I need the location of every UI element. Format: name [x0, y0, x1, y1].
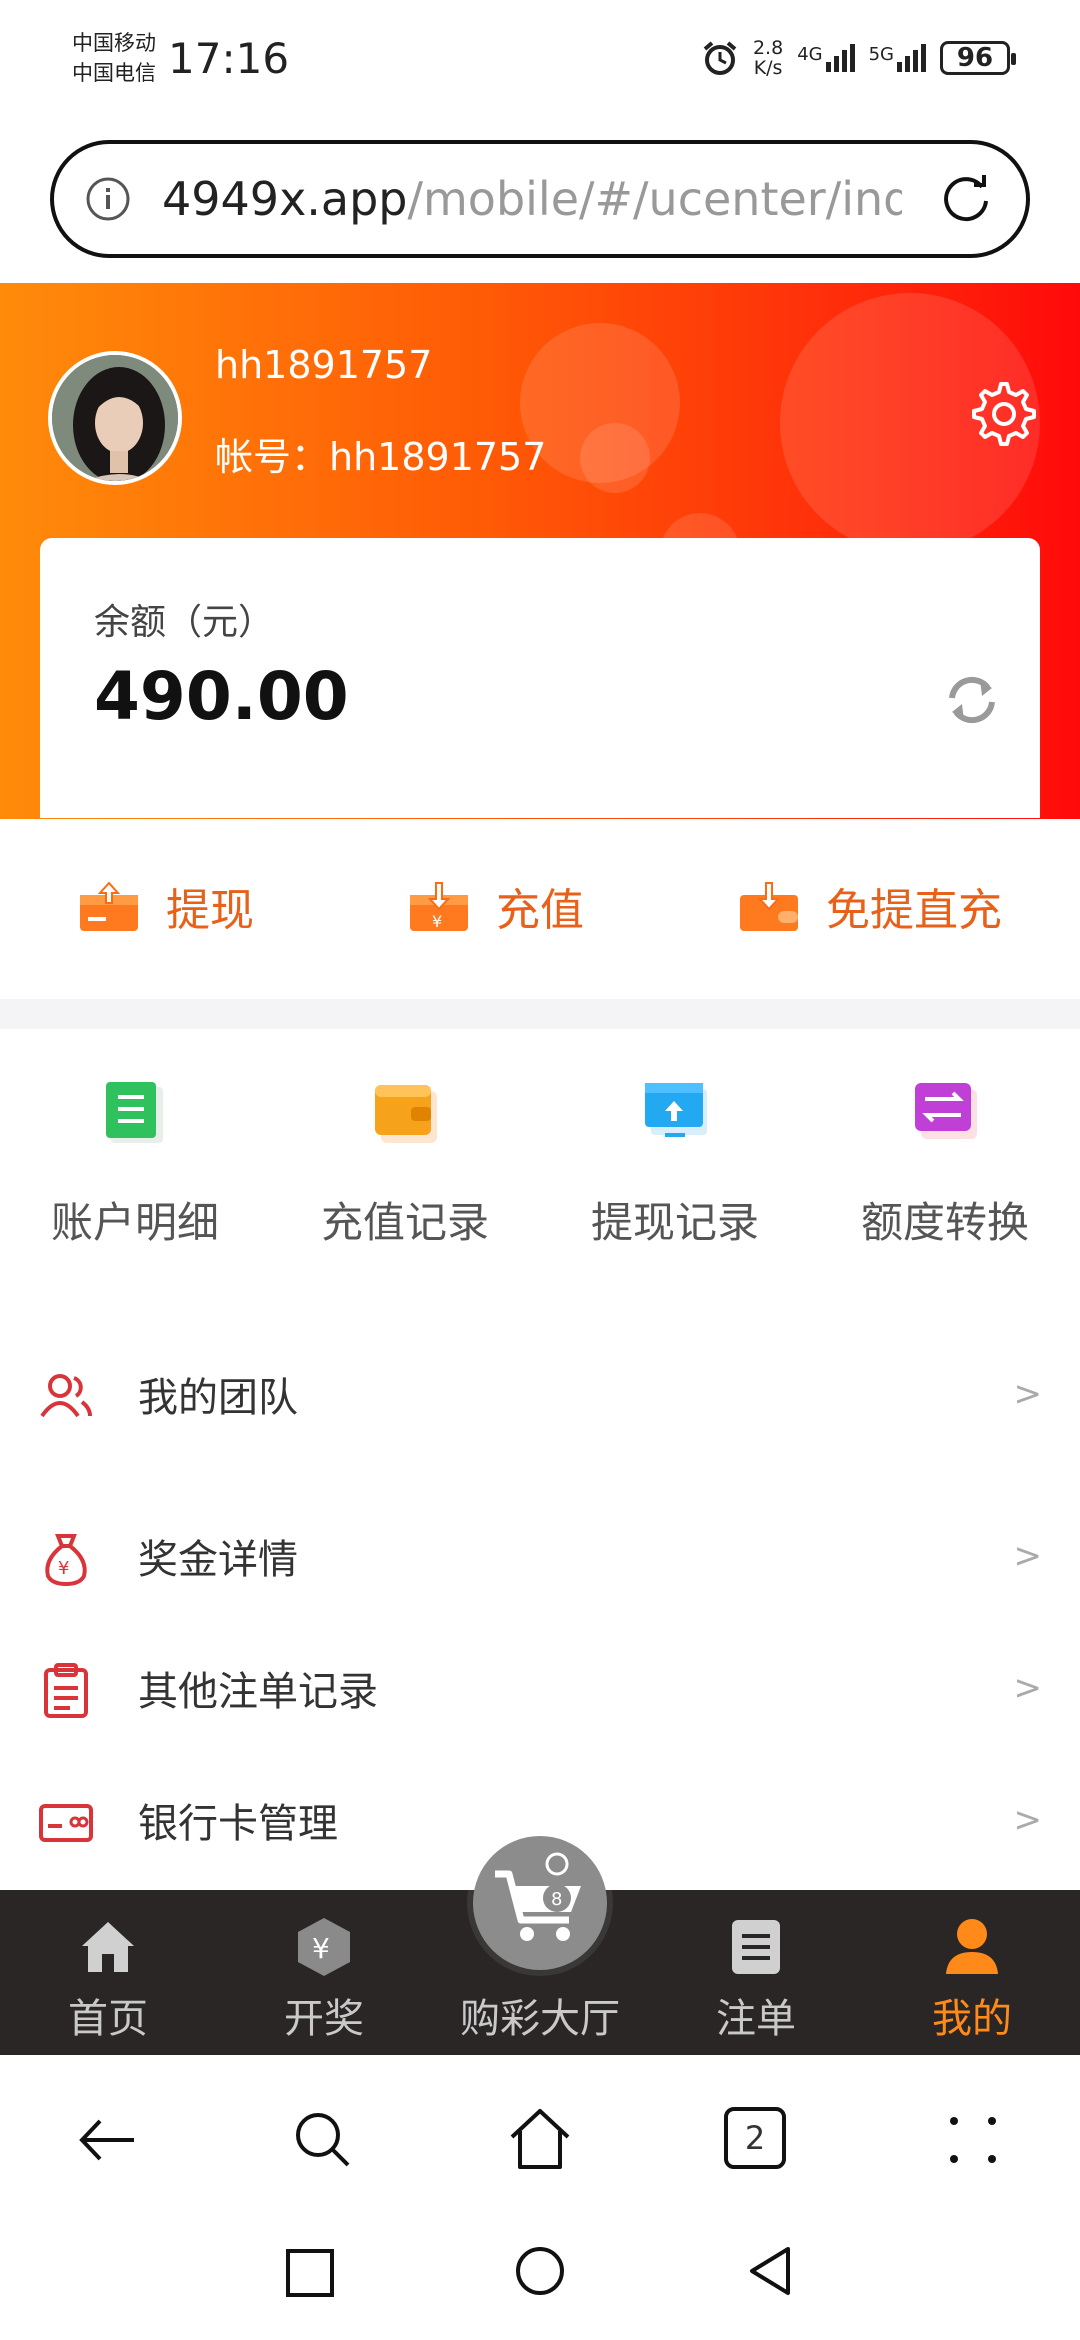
battery-indicator: 96: [940, 41, 1016, 75]
svg-text:¥: ¥: [58, 1558, 69, 1579]
menu-label: 其他注单记录: [138, 1669, 378, 1715]
withdraw-button[interactable]: 提现: [78, 874, 254, 938]
more-menu-icon[interactable]: [940, 2107, 1006, 2173]
section-divider: [0, 999, 1080, 1029]
money-bag-icon: ¥: [45, 1534, 87, 1586]
url-host: 4949x.app: [162, 172, 408, 226]
menu-item-my-team[interactable]: 我的团队 >: [0, 1344, 1080, 1444]
tab-label: 首页: [68, 1996, 148, 2042]
menu-label: 奖金详情: [138, 1537, 298, 1583]
grid-item-withdraw-record[interactable]: 提现记录: [540, 1029, 810, 1279]
function-grid: 账户明细 充值记录 提现记录 额度转换: [0, 1029, 1080, 1279]
balance-card: 余额（元） 490.00: [40, 538, 1040, 818]
username: hh1891757: [215, 343, 433, 387]
tab-label: 注单: [716, 1996, 796, 2042]
avatar-image: [52, 355, 178, 481]
info-icon[interactable]: [84, 175, 132, 223]
withdraw-label: 提现: [166, 885, 254, 936]
balance-value: 490.00: [94, 658, 349, 735]
chevron-right-icon: >: [1013, 1374, 1043, 1414]
chevron-right-icon: >: [1013, 1800, 1043, 1840]
signal-5g: 5G: [869, 44, 926, 72]
grid-item-quota-transfer[interactable]: 额度转换: [810, 1029, 1080, 1279]
reload-icon[interactable]: [936, 169, 996, 229]
team-icon: [40, 1374, 92, 1418]
menu-item-other-orders[interactable]: 其他注单记录 >: [0, 1638, 1080, 1738]
grid-item-account-detail[interactable]: 账户明细: [0, 1029, 270, 1279]
grid-label: 账户明细: [50, 1198, 219, 1247]
cart-icon: 8: [495, 1852, 581, 1941]
deposit-icon: ¥: [410, 882, 468, 931]
search-icon[interactable]: [290, 2107, 356, 2173]
deposit-button[interactable]: ¥ 充值: [408, 874, 584, 938]
direct-recharge-icon: [740, 882, 798, 931]
deposit-label: 充值: [496, 885, 584, 936]
order-list-icon: [732, 1920, 780, 1974]
gear-icon[interactable]: [966, 378, 1036, 448]
grid-label: 额度转换: [860, 1198, 1029, 1247]
home-page-icon[interactable]: [506, 2105, 574, 2173]
upload-screen-icon: [645, 1083, 707, 1137]
svg-text:¥: ¥: [432, 912, 442, 931]
chevron-right-icon: >: [1013, 1668, 1043, 1708]
refresh-icon[interactable]: [940, 668, 1004, 732]
clipboard-icon: [44, 1663, 88, 1718]
carrier-2: 中国电信: [72, 61, 156, 85]
avatar[interactable]: [48, 351, 182, 485]
menu-label: 我的团队: [138, 1375, 298, 1421]
tab-mine[interactable]: 我的: [864, 1890, 1080, 2055]
quick-actions: 提现 ¥ 充值 免提直充: [0, 819, 1080, 999]
alarm-icon: [703, 41, 737, 75]
net-speed: 2.8 K/s: [752, 37, 784, 79]
status-icons: 2.8 K/s 4G 5G 96: [701, 37, 1016, 79]
direct-recharge-button[interactable]: 免提直充: [738, 874, 1002, 938]
balance-label: 余额（元）: [94, 602, 275, 643]
grid-item-deposit-record[interactable]: 充值记录: [270, 1029, 540, 1279]
withdraw-icon: [80, 881, 138, 931]
grid-label: 充值记录: [320, 1198, 489, 1247]
chevron-right-icon: >: [1013, 1536, 1043, 1576]
account-detail-icon: [106, 1082, 163, 1143]
tab-orders[interactable]: 注单: [648, 1890, 864, 2055]
signal-4g: 4G: [797, 44, 855, 72]
back-icon[interactable]: [74, 2107, 140, 2173]
carrier-info: 中国移动 中国电信: [72, 28, 156, 88]
svg-text:8: 8: [551, 1889, 562, 1910]
home-icon: [82, 1922, 134, 1972]
clock: 17:16: [168, 34, 290, 83]
cart-button[interactable]: 8: [473, 1836, 607, 1970]
bank-card-icon: [39, 1804, 93, 1842]
status-bar: 中国移动 中国电信 17:16 2.8 K/s 4G 5G 96: [0, 0, 1080, 125]
carrier-1: 中国移动: [72, 31, 156, 55]
tab-home[interactable]: 首页: [0, 1890, 216, 2055]
account-id: 帐号：hh1891757: [215, 435, 547, 479]
menu-label: 银行卡管理: [138, 1801, 338, 1847]
transfer-icon: [915, 1083, 977, 1139]
system-back-icon[interactable]: [742, 2243, 798, 2299]
wallet-icon: [375, 1085, 437, 1143]
url-text[interactable]: 4949x.app/mobile/#/ucenter/inde: [162, 172, 902, 226]
url-bar[interactable]: 4949x.app/mobile/#/ucenter/inde: [50, 140, 1030, 258]
direct-recharge-label: 免提直充: [826, 885, 1002, 936]
tab-label: 我的: [932, 1996, 1012, 2042]
url-path: /mobile/#/ucenter/inde: [407, 172, 903, 226]
tab-label: 购彩大厅: [460, 1996, 620, 2042]
lottery-draw-icon: ¥: [298, 1918, 350, 1976]
user-icon: [946, 1919, 998, 1974]
grid-label: 提现记录: [590, 1198, 759, 1247]
system-home-icon[interactable]: [512, 2243, 568, 2299]
recent-apps-icon[interactable]: [282, 2245, 338, 2301]
browser-nav: 2: [0, 2055, 1080, 2340]
decor-bubble: [580, 423, 650, 493]
svg-text:¥: ¥: [312, 1932, 330, 1965]
tabs-count-button[interactable]: 2: [724, 2107, 786, 2169]
tab-lottery-draw[interactable]: ¥ 开奖: [216, 1890, 432, 2055]
menu-item-bonus-detail[interactable]: ¥ 奖金详情 >: [0, 1506, 1080, 1606]
tab-label: 开奖: [284, 1996, 364, 2042]
